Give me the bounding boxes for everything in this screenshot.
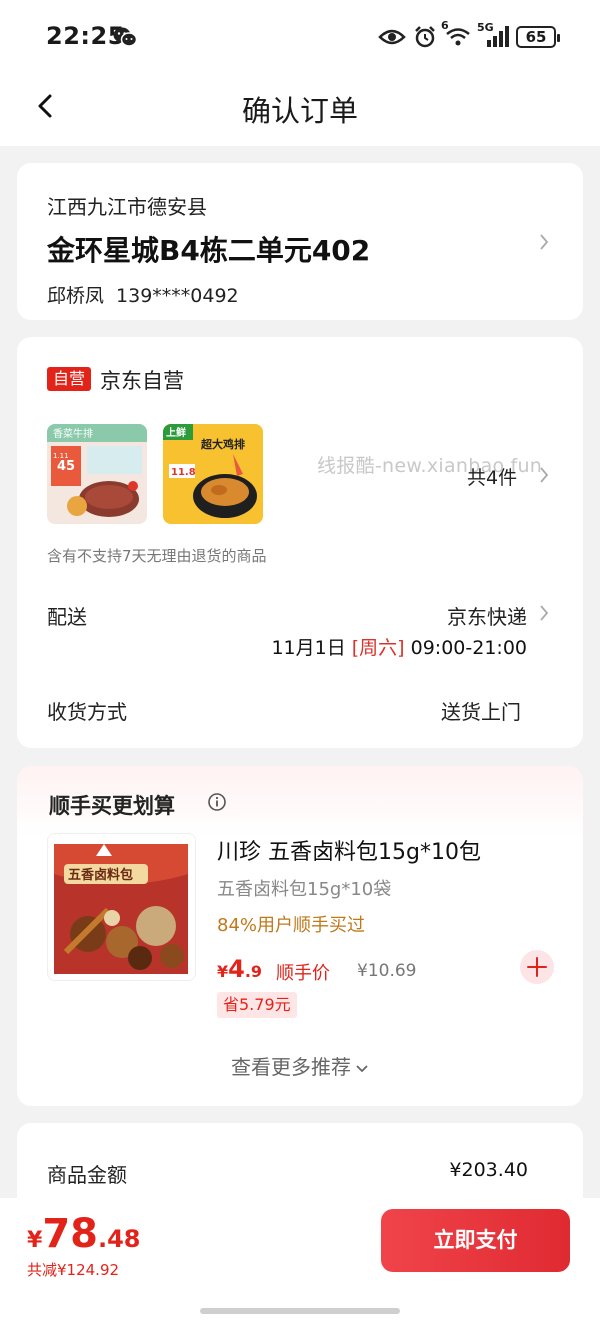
more-recommendations-link[interactable]: 查看更多推荐 bbox=[17, 1051, 583, 1080]
delivery-date: 11月1日 bbox=[271, 637, 346, 659]
address-contact: 邱桥凤 139****0492 bbox=[47, 281, 239, 308]
product-thumbnail[interactable]: 香菜牛排 45 1.11 bbox=[47, 424, 147, 524]
more-recommendations-label: 查看更多推荐 bbox=[231, 1055, 351, 1079]
goods-amount-value: ¥203.40 bbox=[449, 1159, 528, 1181]
delivery-weekday: [周六] bbox=[351, 637, 405, 659]
product-thumbnail[interactable]: 上鲜 超大鸡排 11.8 bbox=[163, 424, 263, 524]
recommend-product-name[interactable]: 川珍 五香卤料包15g*10包 bbox=[217, 834, 481, 866]
thumb2-price: 11.8 bbox=[171, 467, 196, 478]
wifi-icon: 6 bbox=[441, 19, 472, 49]
recommend-price: ¥4.9 bbox=[217, 955, 262, 983]
address-region: 江西九江市德安县 bbox=[47, 195, 207, 219]
store-name: 京东自营 bbox=[100, 369, 184, 393]
contact-name: 邱桥凤 bbox=[47, 285, 105, 307]
receive-method-value[interactable]: 送货上门 bbox=[441, 696, 521, 725]
self-operated-badge: 自营 bbox=[47, 367, 92, 391]
alarm-icon bbox=[415, 26, 435, 48]
receive-method-label: 收货方式 bbox=[47, 700, 127, 724]
total-currency: ¥ bbox=[27, 1228, 43, 1253]
contact-phone: 139****0492 bbox=[116, 285, 239, 307]
thumb2-title: 超大鸡排 bbox=[200, 437, 245, 451]
recommend-bought-rate: 84%用户顺手买过 bbox=[217, 915, 366, 936]
recommend-save-badge: 省5.79元 bbox=[217, 992, 297, 1018]
recommend-image-label: 五香卤料包 bbox=[68, 867, 133, 883]
nav-bar: 确认订单 bbox=[0, 72, 600, 146]
chevron-down-icon bbox=[356, 1064, 368, 1072]
thumb1-tag: 1.11 bbox=[53, 452, 69, 460]
return-policy-notice: 含有不支持7天无理由退货的商品 bbox=[47, 547, 267, 565]
price-decimal: .9 bbox=[244, 962, 263, 981]
delivery-carrier[interactable]: 京东快递 bbox=[447, 601, 527, 630]
battery-indicator: 65 bbox=[516, 26, 560, 48]
thumb1-brand: 香菜牛排 bbox=[53, 427, 93, 440]
status-icons: 6 5G 65 bbox=[378, 19, 560, 50]
order-card: 自营 京东自营 香菜牛排 45 1.11 上鲜 超大鸡排 11.8 线报酷-ne… bbox=[17, 337, 583, 748]
price-integer: 4 bbox=[228, 955, 245, 983]
thumb2-brand: 上鲜 bbox=[166, 426, 186, 439]
status-bar: 22:25 6 5G 65 bbox=[0, 0, 600, 72]
chevron-right-icon bbox=[540, 234, 549, 250]
home-indicator[interactable] bbox=[200, 1308, 400, 1314]
chevron-right-icon bbox=[540, 467, 549, 483]
pay-total: ¥78.48 bbox=[27, 1211, 141, 1257]
delivery-label: 配送 bbox=[47, 605, 87, 629]
plus-icon bbox=[527, 957, 547, 977]
total-saved[interactable]: 共减¥124.92 bbox=[27, 1259, 119, 1280]
goods-amount-label: 商品金额 bbox=[47, 1163, 127, 1187]
add-to-order-button[interactable] bbox=[520, 950, 554, 984]
wechat-icon bbox=[113, 27, 137, 47]
address-card[interactable]: 江西九江市德安县 金环星城B4栋二单元402 邱桥凤 139****0492 bbox=[17, 163, 583, 320]
info-icon[interactable] bbox=[207, 792, 227, 812]
checkout-bar: ¥78.48 共减¥124.92 立即支付 bbox=[0, 1198, 600, 1329]
address-detail: 金环星城B4栋二单元402 bbox=[47, 234, 371, 267]
recommend-price-label: 顺手价 bbox=[276, 963, 330, 984]
page-title: 确认订单 bbox=[241, 94, 358, 128]
thumb1-price: 45 bbox=[57, 459, 75, 474]
recommend-title: 顺手买更划算 bbox=[49, 794, 175, 818]
delivery-window: 09:00-21:00 bbox=[410, 637, 527, 659]
recommend-card: 顺手买更划算 五香卤料包 川珍 五香卤料包15g*10包 五香卤料包15g*10… bbox=[17, 766, 583, 1106]
chevron-right-icon bbox=[540, 605, 549, 621]
wifi-sub-label: 6 bbox=[441, 19, 449, 32]
price-currency: ¥ bbox=[217, 962, 229, 981]
recommend-original-price: ¥10.69 bbox=[357, 961, 417, 981]
recommend-product-image[interactable]: 五香卤料包 bbox=[47, 833, 196, 981]
total-item-count[interactable]: 共4件 bbox=[467, 463, 517, 490]
network-label: 5G bbox=[477, 21, 494, 34]
delivery-time[interactable]: 11月1日 [周六] 09:00-21:00 bbox=[271, 633, 527, 660]
total-integer: 78 bbox=[42, 1211, 98, 1257]
pay-now-button[interactable]: 立即支付 bbox=[381, 1209, 570, 1272]
recommend-product-spec: 五香卤料包15g*10袋 bbox=[217, 879, 392, 900]
signal-icon: 5G bbox=[477, 21, 509, 49]
total-decimal: .48 bbox=[97, 1225, 141, 1253]
eye-icon bbox=[378, 29, 406, 45]
